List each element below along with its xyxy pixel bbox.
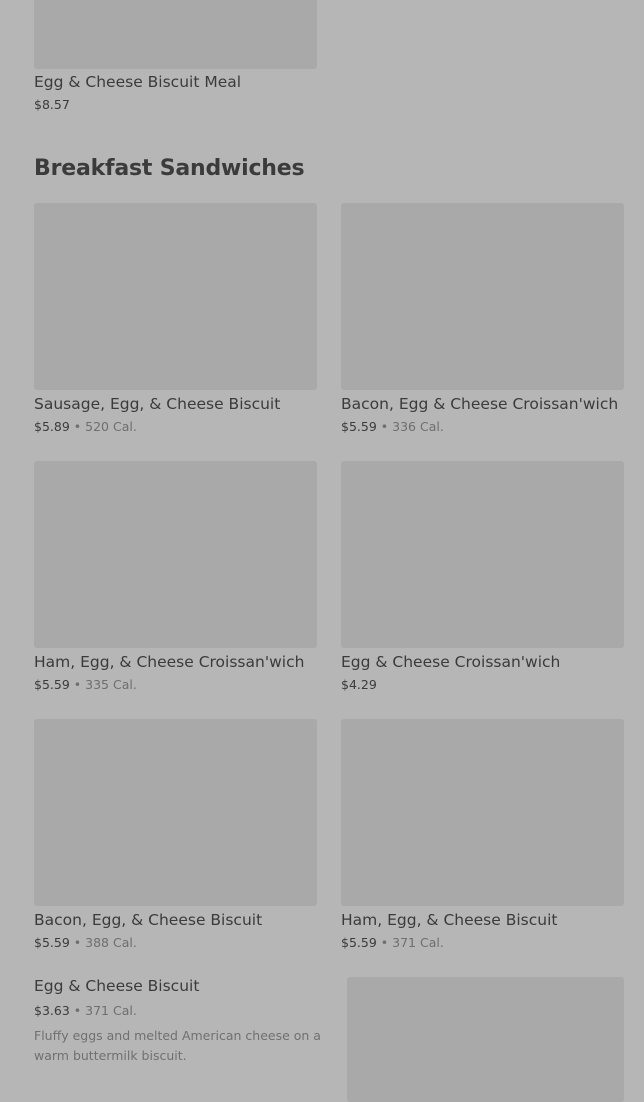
separator-dot: • (73, 419, 82, 434)
featured-item-image[interactable] (347, 977, 624, 1102)
menu-item-meta: $5.59 • 335 Cal. (34, 677, 137, 693)
menu-item-calories: 336 Cal. (392, 419, 444, 434)
featured-item-price: $3.63 (34, 1003, 70, 1018)
separator-dot: • (380, 419, 389, 434)
menu-item-image[interactable] (341, 461, 624, 648)
menu-item-image[interactable] (34, 719, 317, 906)
menu-item-meta: $5.59 • 371 Cal. (341, 935, 444, 951)
menu-item-price: $5.59 (341, 935, 377, 950)
menu-item-image[interactable] (341, 719, 624, 906)
menu-item-image[interactable] (34, 461, 317, 648)
featured-item-description: Fluffy eggs and melted American cheese o… (34, 1028, 321, 1063)
menu-item-calories: 520 Cal. (85, 419, 137, 434)
menu-item-price: $8.57 (34, 97, 70, 112)
menu-item-name[interactable]: Ham, Egg, & Cheese Biscuit (341, 910, 557, 930)
menu-item-calories: 371 Cal. (392, 935, 444, 950)
separator-dot: • (73, 1003, 82, 1018)
menu-item-calories: 335 Cal. (85, 677, 137, 692)
featured-item-name[interactable]: Egg & Cheese Biscuit (34, 976, 199, 996)
menu-item-image[interactable] (34, 203, 317, 390)
menu-item-calories: 388 Cal. (85, 935, 137, 950)
menu-item-name[interactable]: Egg & Cheese Biscuit Meal (34, 72, 241, 92)
menu-item-price: $5.59 (34, 935, 70, 950)
menu-item-price: $5.89 (34, 419, 70, 434)
menu-item-image[interactable] (341, 203, 624, 390)
menu-item-name[interactable]: Bacon, Egg & Cheese Croissan'wich (341, 394, 618, 414)
separator-dot: • (73, 677, 82, 692)
menu-item-name[interactable]: Ham, Egg, & Cheese Croissan'wich (34, 652, 304, 672)
menu-item-meta: $5.59 • 388 Cal. (34, 935, 137, 951)
menu-item-price: $5.59 (34, 677, 70, 692)
section-title: Breakfast Sandwiches (34, 156, 305, 181)
menu-item-price: $5.59 (341, 419, 377, 434)
menu-item-meta: $5.59 • 336 Cal. (341, 419, 444, 435)
menu-item-name[interactable]: Egg & Cheese Croissan'wich (341, 652, 560, 672)
featured-item-meta: $3.63 • 371 Cal. (34, 1003, 137, 1019)
menu-item-meta: $4.29 (341, 677, 377, 693)
separator-dot: • (380, 935, 389, 950)
featured-item-calories: 371 Cal. (85, 1003, 137, 1018)
menu-item-price: $4.29 (341, 677, 377, 692)
menu-item-name[interactable]: Sausage, Egg, & Cheese Biscuit (34, 394, 280, 414)
menu-item-meta: $5.89 • 520 Cal. (34, 419, 137, 435)
menu-item-name[interactable]: Bacon, Egg, & Cheese Biscuit (34, 910, 262, 930)
separator-dot: • (73, 935, 82, 950)
menu-item-image[interactable] (34, 0, 317, 69)
